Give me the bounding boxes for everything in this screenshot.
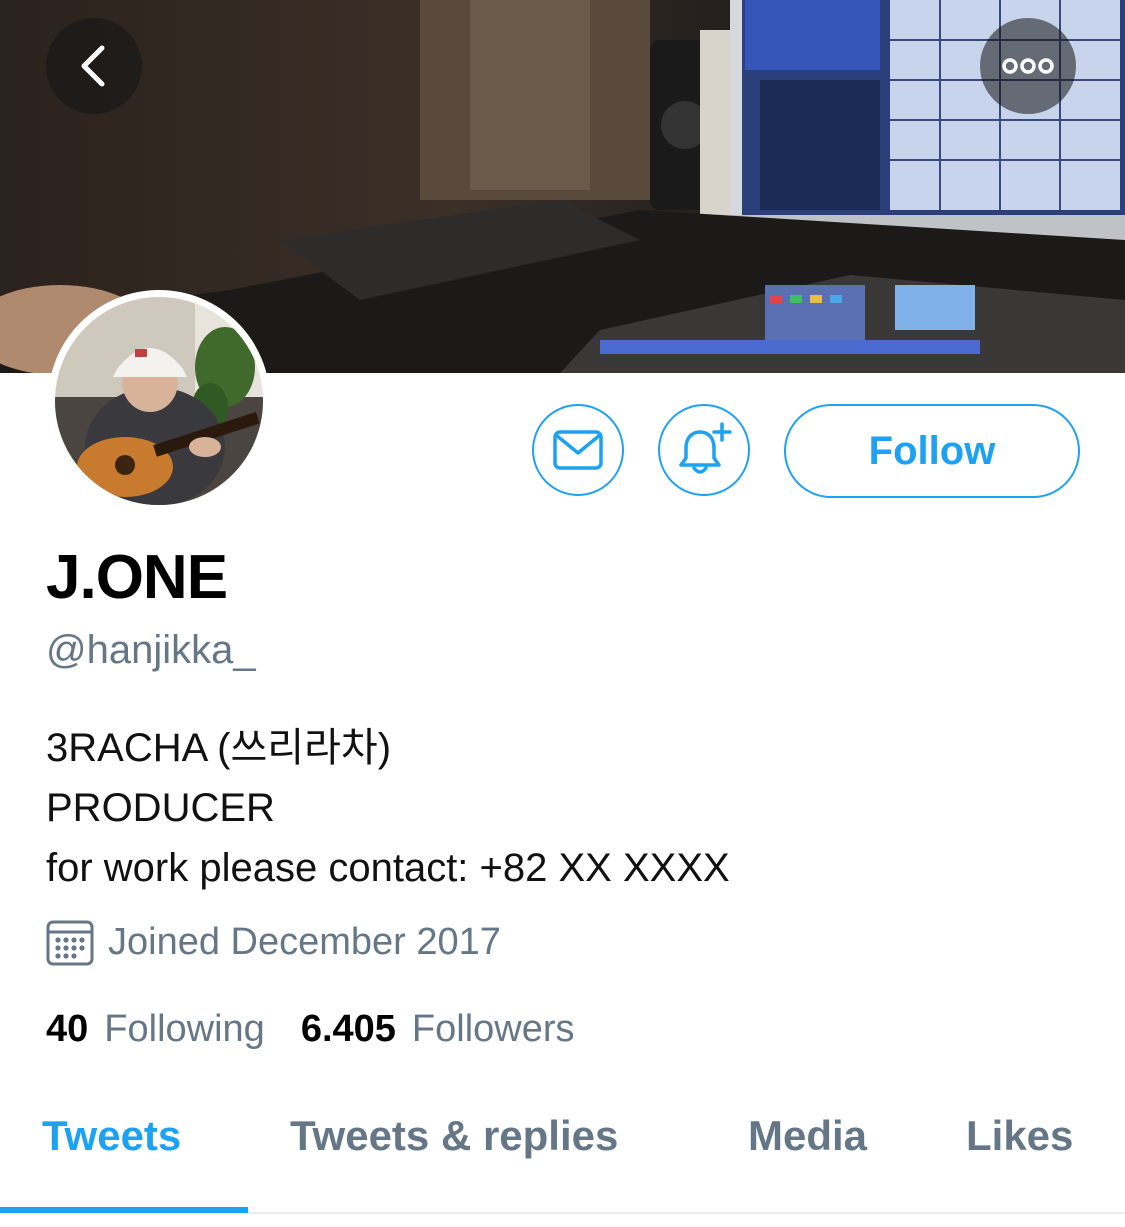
more-dots-icon bbox=[1002, 58, 1054, 74]
tab-tweets-replies[interactable]: Tweets & replies bbox=[290, 1112, 618, 1160]
tab-media[interactable]: Media bbox=[748, 1112, 867, 1160]
avatar-photo bbox=[55, 297, 263, 505]
bio-line: 3RACHA (쓰리라차) bbox=[46, 726, 392, 770]
followers-label[interactable]: Followers bbox=[412, 1008, 575, 1051]
profile-tabs: Tweets Tweets & replies Media Likes bbox=[0, 1090, 1125, 1220]
joined-date: Joined December 2017 bbox=[46, 916, 501, 968]
more-options-button[interactable] bbox=[980, 18, 1076, 114]
envelope-icon bbox=[553, 430, 603, 470]
display-name: J.ONE bbox=[46, 543, 228, 612]
calendar-icon bbox=[46, 920, 94, 966]
bio-line: PRODUCER bbox=[46, 786, 275, 830]
following-count[interactable]: 40 bbox=[46, 1008, 88, 1051]
active-tab-indicator bbox=[0, 1207, 248, 1213]
tab-tweets[interactable]: Tweets bbox=[42, 1112, 181, 1160]
bio: 3RACHA (쓰리라차) PRODUCER for work please c… bbox=[46, 718, 730, 898]
bio-line: for work please contact: +82 XX XXXX bbox=[46, 846, 730, 890]
follow-stats: 40 Following 6.405 Followers bbox=[46, 1008, 611, 1051]
user-handle: @hanjikka_ bbox=[46, 628, 256, 672]
tab-likes[interactable]: Likes bbox=[966, 1112, 1073, 1160]
followers-count[interactable]: 6.405 bbox=[301, 1008, 396, 1051]
chevron-left-icon bbox=[81, 45, 105, 87]
profile-avatar[interactable] bbox=[48, 290, 270, 512]
bell-plus-icon bbox=[679, 422, 732, 474]
back-button[interactable] bbox=[46, 18, 142, 114]
notifications-button[interactable] bbox=[658, 404, 750, 496]
following-label[interactable]: Following bbox=[104, 1008, 265, 1051]
message-button[interactable] bbox=[532, 404, 624, 496]
joined-text: Joined December 2017 bbox=[108, 920, 501, 963]
follow-button[interactable]: Follow bbox=[784, 404, 1080, 498]
